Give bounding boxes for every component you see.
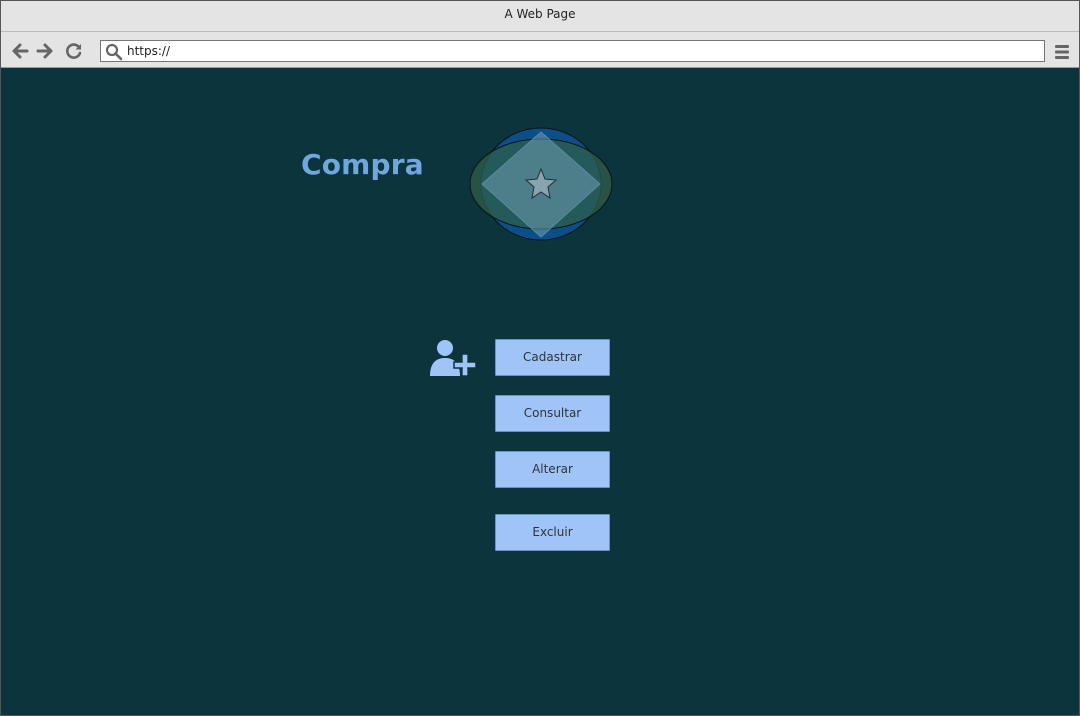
hamburger-menu-icon[interactable] (1054, 44, 1070, 60)
delete-button[interactable]: Excluir (495, 514, 610, 551)
window-title: A Web Page (1, 1, 1079, 32)
page-title: Compra (301, 148, 424, 181)
logo-image (469, 127, 613, 241)
user-plus-icon (430, 340, 477, 377)
browser-toolbar: https:// (1, 32, 1079, 68)
url-text: https:// (127, 44, 171, 58)
arrow-left-icon[interactable] (10, 41, 30, 61)
reload-icon[interactable] (64, 41, 84, 61)
arrow-right-icon[interactable] (35, 41, 55, 61)
register-button[interactable]: Cadastrar (495, 339, 610, 376)
page-content: Compra Cadastrar Consultar Alterar Exclu… (1, 68, 1079, 715)
browser-window: A Web Page https:// Compra Cadastrar Con… (0, 0, 1080, 716)
search-icon (105, 43, 123, 61)
query-button[interactable]: Consultar (495, 395, 610, 432)
address-bar[interactable]: https:// (100, 40, 1045, 62)
edit-button[interactable]: Alterar (495, 451, 610, 488)
